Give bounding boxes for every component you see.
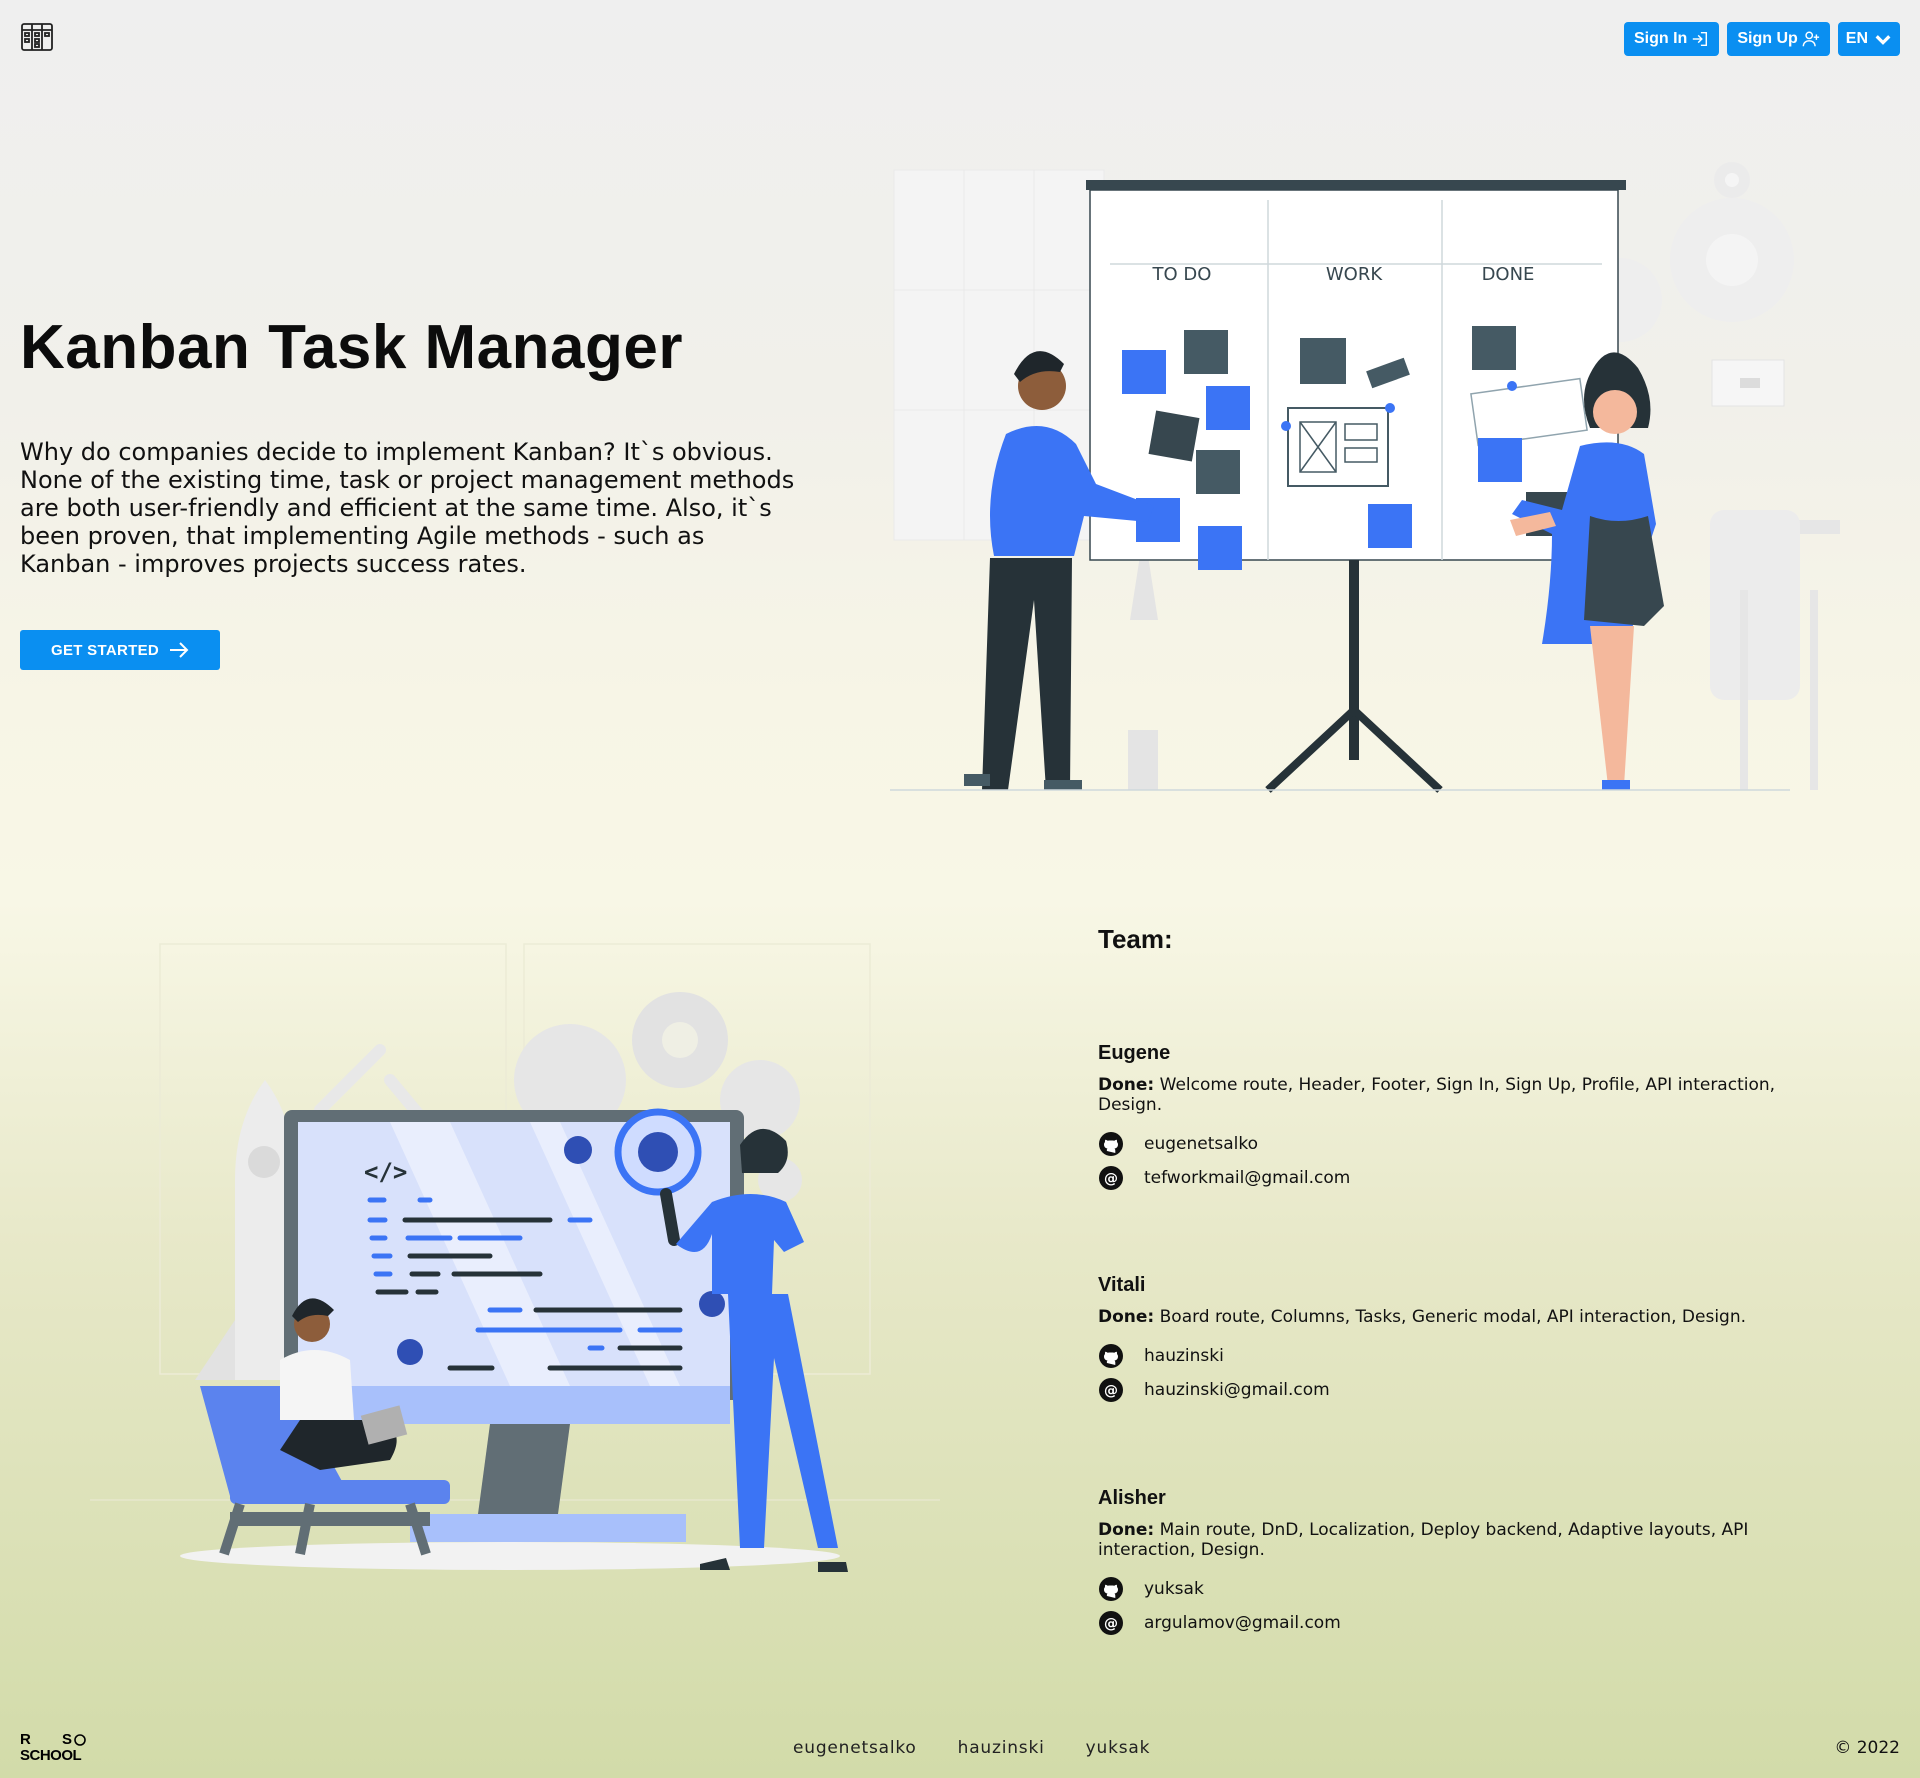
member-done: Done: Board route, Columns, Tasks, Gener… [1098, 1307, 1818, 1327]
rs-school-logo[interactable]: R S SCHOOL [20, 1730, 102, 1764]
sign-in-label: Sign In [1634, 30, 1688, 47]
member-email: @ tefworkmail@gmail.com [1098, 1161, 1818, 1195]
member-done: Done: Main route, DnD, Localization, Dep… [1098, 1520, 1818, 1560]
header-actions: Sign In Sign Up EN [1624, 22, 1900, 56]
login-icon [1693, 31, 1708, 47]
team-member-vitali: Vitali Done: Board route, Columns, Tasks… [1098, 1274, 1818, 1407]
svg-text:</>: </> [364, 1158, 407, 1186]
page-title: Kanban Task Manager [20, 313, 683, 382]
footer-link-hauzinski[interactable]: hauzinski [958, 1738, 1045, 1758]
team-heading: Team: [1098, 924, 1173, 954]
copyright-year: 2022 [1856, 1738, 1900, 1758]
member-github-link[interactable]: eugenetsalko [1144, 1134, 1258, 1154]
member-github: hauzinski [1098, 1339, 1818, 1373]
footer-link-yuksak[interactable]: yuksak [1086, 1738, 1151, 1758]
svg-text:@: @ [1104, 1171, 1118, 1187]
member-done-text: Main route, DnD, Localization, Deploy ba… [1098, 1520, 1749, 1560]
at-sign-icon: @ [1098, 1610, 1124, 1636]
hero-description: Why do companies decide to implement Kan… [20, 438, 795, 578]
kanban-board-icon[interactable] [20, 22, 54, 52]
footer-links: eugenetsalko hauzinski yuksak [793, 1738, 1150, 1758]
done-label: Done: [1098, 1307, 1155, 1327]
done-label: Done: [1098, 1520, 1155, 1540]
team-member-alisher: Alisher Done: Main route, DnD, Localizat… [1098, 1487, 1818, 1640]
svg-text:@: @ [1104, 1383, 1118, 1399]
language-select[interactable]: EN [1837, 22, 1900, 56]
get-started-button[interactable]: GET STARTED [20, 630, 220, 670]
arrow-right-icon [170, 642, 189, 658]
chevron-down-icon [1875, 35, 1891, 45]
kanban-board-illustration: TO DO WORK DONE [890, 162, 1840, 793]
member-github-link[interactable]: yuksak [1144, 1579, 1204, 1599]
sign-in-button[interactable]: Sign In [1624, 22, 1720, 56]
github-icon [1098, 1131, 1124, 1157]
github-icon [1098, 1343, 1124, 1369]
member-github: yuksak [1098, 1572, 1818, 1606]
team-member-eugene: Eugene Done: Welcome route, Header, Foot… [1098, 1042, 1818, 1195]
svg-text:@: @ [1104, 1616, 1118, 1632]
add-user-icon [1802, 31, 1819, 47]
get-started-label: GET STARTED [50, 641, 160, 659]
member-email: @ argulamov@gmail.com [1098, 1606, 1818, 1640]
member-name: Vitali [1098, 1274, 1146, 1296]
svg-text:S: S [62, 1731, 72, 1748]
bug-fixing-illustration: </> [90, 943, 940, 1572]
copyright: © 2022 [1834, 1738, 1900, 1758]
member-github-link[interactable]: hauzinski [1144, 1346, 1224, 1366]
footer: R S SCHOOL eugenetsalko hauzinski yuksak… [0, 1720, 1920, 1778]
member-email-link[interactable]: tefworkmail@gmail.com [1144, 1168, 1350, 1188]
svg-text:SCHOOL: SCHOOL [20, 1747, 82, 1762]
member-email: @ hauzinski@gmail.com [1098, 1373, 1818, 1407]
at-sign-icon: @ [1098, 1165, 1124, 1191]
sign-up-label: Sign Up [1737, 30, 1798, 47]
member-done-text: Board route, Columns, Tasks, Generic mod… [1154, 1307, 1747, 1327]
member-name: Eugene [1098, 1042, 1171, 1064]
language-value: EN [1845, 30, 1868, 47]
header: Sign In Sign Up EN [0, 0, 1920, 78]
done-label: Done: [1098, 1075, 1155, 1095]
footer-link-eugenetsalko[interactable]: eugenetsalko [793, 1738, 917, 1758]
copyright-icon: © [1834, 1738, 1852, 1758]
at-sign-icon: @ [1098, 1377, 1124, 1403]
member-done-text: Welcome route, Header, Footer, Sign In, … [1098, 1075, 1776, 1115]
sign-up-button[interactable]: Sign Up [1727, 22, 1830, 56]
member-name: Alisher [1098, 1487, 1166, 1509]
svg-text:R: R [20, 1731, 31, 1748]
board-column-todo: TO DO [1152, 264, 1212, 285]
member-email-link[interactable]: hauzinski@gmail.com [1144, 1380, 1330, 1400]
github-icon [1098, 1576, 1124, 1602]
member-github: eugenetsalko [1098, 1127, 1818, 1161]
member-email-link[interactable]: argulamov@gmail.com [1144, 1613, 1341, 1633]
board-column-done: DONE [1482, 264, 1535, 285]
member-done: Done: Welcome route, Header, Footer, Sig… [1098, 1075, 1818, 1115]
board-column-work: WORK [1326, 264, 1383, 285]
